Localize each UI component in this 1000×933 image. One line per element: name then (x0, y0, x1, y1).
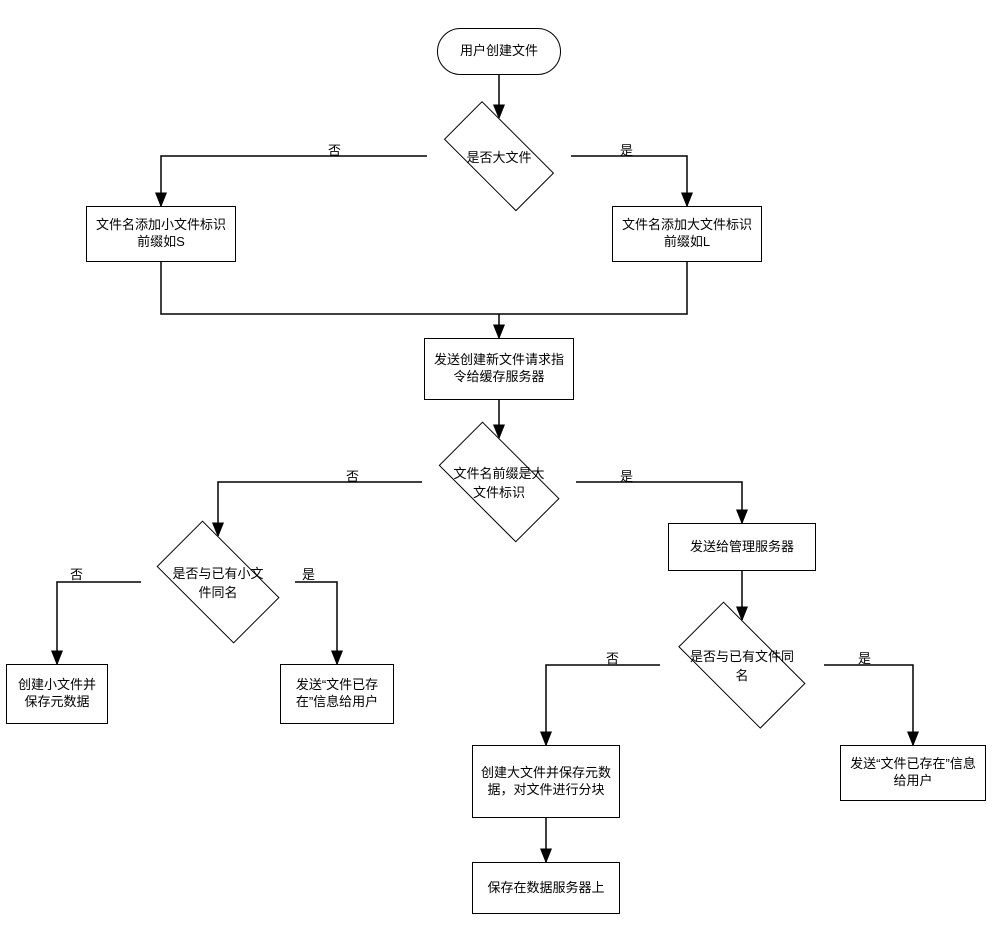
edge-label-yes-4: 是 (858, 648, 871, 667)
decision-big-file: 是否大文件 (427, 118, 571, 194)
process-small-prefix-label: 文件名添加小文件标识前缀如S (93, 217, 229, 251)
edge-label-yes-2: 是 (620, 466, 633, 485)
edge-label-yes: 是 (620, 140, 633, 159)
process-send-mgmt-label: 发送给管理服务器 (690, 539, 794, 556)
start-node: 用户创建文件 (437, 28, 561, 75)
edge-label-no-3: 否 (70, 564, 83, 583)
flowchart-canvas: 用户创建文件 是否大文件 否 是 文件名添加小文件标识前缀如S 文件名添加大文件… (0, 0, 1000, 933)
edge-label-no-4: 否 (606, 648, 619, 667)
decision-large-dup-label: 是否与已有文件同名 (684, 646, 800, 684)
process-large-prefix: 文件名添加大文件标识前缀如L (612, 206, 762, 262)
process-send-create: 发送创建新文件请求指令给缓存服务器 (424, 338, 574, 400)
process-large-prefix-label: 文件名添加大文件标识前缀如L (619, 217, 755, 251)
process-small-prefix: 文件名添加小文件标识前缀如S (86, 206, 236, 262)
process-create-large: 创建大文件并保存元数据，对文件进行分块 (472, 745, 620, 818)
edge-label-no-2: 否 (346, 466, 359, 485)
edge-label-no: 否 (328, 140, 341, 159)
decision-prefix-large: 文件名前缀是大文件标识 (422, 438, 576, 526)
process-exists-small-label: 发送“文件已存在”信息给用户 (287, 677, 387, 711)
process-exists-large: 发送“文件已存在”信息给用户 (840, 745, 986, 801)
process-create-small: 创建小文件并保存元数据 (6, 664, 108, 724)
process-save-data-server-label: 保存在数据服务器上 (487, 880, 604, 897)
process-create-small-label: 创建小文件并保存元数据 (13, 677, 101, 711)
decision-small-dup: 是否与已有小文件同名 (141, 536, 295, 628)
decision-large-dup: 是否与已有文件同名 (660, 620, 824, 710)
process-create-large-label: 创建大文件并保存元数据，对文件进行分块 (479, 765, 613, 799)
decision-small-dup-label: 是否与已有小文件同名 (163, 563, 273, 601)
process-send-mgmt: 发送给管理服务器 (668, 523, 816, 571)
decision-big-file-label: 是否大文件 (462, 147, 535, 166)
edge-label-yes-3: 是 (302, 564, 315, 583)
process-save-data-server: 保存在数据服务器上 (472, 862, 620, 914)
process-exists-small: 发送“文件已存在”信息给用户 (280, 664, 394, 724)
process-send-create-label: 发送创建新文件请求指令给缓存服务器 (431, 352, 567, 386)
start-label: 用户创建文件 (460, 43, 538, 60)
decision-prefix-large-label: 文件名前缀是大文件标识 (444, 463, 554, 501)
process-exists-large-label: 发送“文件已存在”信息给用户 (847, 756, 979, 790)
